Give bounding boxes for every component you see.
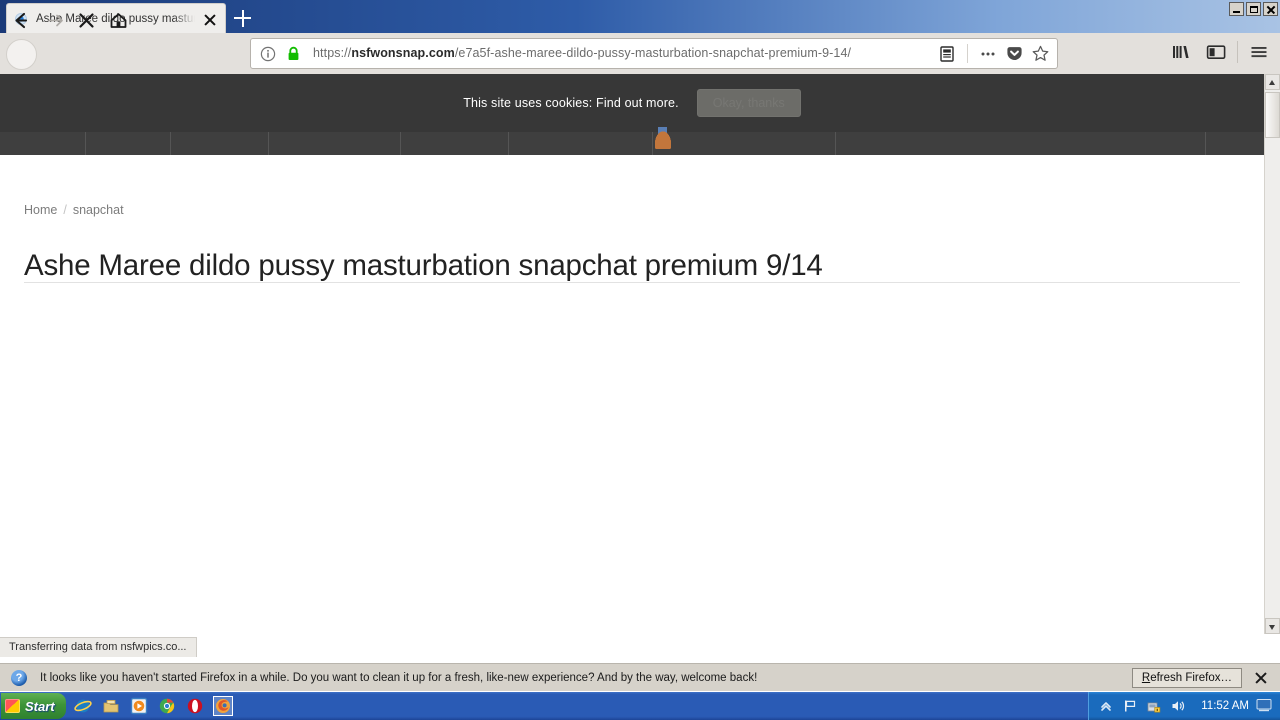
url-host: nsfwonsnap.com xyxy=(351,46,455,60)
cookie-accept-button[interactable]: Okay, thanks xyxy=(696,89,801,117)
close-icon[interactable] xyxy=(199,8,221,30)
forward-button xyxy=(42,7,69,34)
url-scheme: https:// xyxy=(313,46,352,60)
file-explorer-icon[interactable] xyxy=(102,697,120,715)
close-icon[interactable] xyxy=(1250,667,1272,689)
back-button[interactable] xyxy=(7,7,34,34)
breadcrumb-current[interactable]: snapchat xyxy=(73,203,124,217)
scroll-down-icon[interactable] xyxy=(1265,618,1280,634)
refresh-firefox-accesskey: R xyxy=(1141,671,1151,684)
info-icon[interactable] xyxy=(260,46,276,62)
reader-view-icon[interactable] xyxy=(934,41,960,67)
nav-divider xyxy=(268,132,269,155)
question-mark-icon: ? xyxy=(11,669,27,686)
nav-divider xyxy=(400,132,401,155)
back-button-ring xyxy=(6,39,37,70)
quick-launch-bar xyxy=(73,696,233,716)
scroll-up-icon[interactable] xyxy=(1265,74,1280,90)
browser-window: Ashe Maree dildo pussy masturbat xyxy=(0,0,1280,720)
window-controls xyxy=(1229,2,1278,16)
internet-explorer-icon[interactable] xyxy=(73,697,92,715)
status-bar: Transferring data from nsfwpics.co... xyxy=(0,637,197,657)
site-logo-icon xyxy=(652,127,674,149)
maximize-button[interactable] xyxy=(1246,2,1261,16)
star-icon[interactable] xyxy=(1027,41,1053,67)
breadcrumb-home[interactable]: Home xyxy=(24,203,57,217)
nav-divider xyxy=(85,132,86,155)
nav-divider xyxy=(835,132,836,155)
taskbar-clock[interactable]: 11:52 AM xyxy=(1201,700,1249,712)
toolbar-right xyxy=(1168,39,1272,65)
new-tab-button[interactable] xyxy=(228,3,256,33)
sidebar-icon[interactable] xyxy=(1203,39,1229,65)
system-tray: 11:52 AM xyxy=(1088,692,1280,720)
identity-box[interactable] xyxy=(251,46,301,62)
vertical-scrollbar[interactable] xyxy=(1264,74,1280,634)
library-icon[interactable] xyxy=(1168,39,1194,65)
show-hidden-icons-icon[interactable] xyxy=(1098,698,1114,714)
opera-icon[interactable] xyxy=(186,697,204,715)
ellipsis-icon[interactable] xyxy=(975,41,1001,67)
start-button-label: Start xyxy=(25,698,55,714)
cookie-notice-text: This site uses cookies: Find out more. xyxy=(463,96,679,110)
pocket-icon[interactable] xyxy=(1001,41,1027,67)
chrome-icon[interactable] xyxy=(158,697,176,715)
security-shield-icon[interactable] xyxy=(1146,698,1162,714)
site-navigation-bar[interactable] xyxy=(0,127,1264,155)
lock-icon[interactable] xyxy=(286,46,301,62)
firefox-icon[interactable] xyxy=(212,696,233,716)
breadcrumb: Home / snapchat xyxy=(24,203,124,217)
address-bar[interactable]: https://nsfwonsnap.com/e7a5f-ashe-maree-… xyxy=(250,38,1058,69)
nav-divider xyxy=(170,132,171,155)
title-divider xyxy=(24,282,1240,283)
title-bar: Ashe Maree dildo pussy masturbat xyxy=(0,0,1280,34)
nav-divider xyxy=(508,132,509,155)
url-path: /e7a5f-ashe-maree-dildo-pussy-masturbati… xyxy=(454,46,852,60)
url-text: https://nsfwonsnap.com/e7a5f-ashe-maree-… xyxy=(313,39,934,68)
home-button[interactable] xyxy=(105,7,132,34)
close-window-button[interactable] xyxy=(1263,2,1278,16)
refresh-firefox-label: efresh Firefox… xyxy=(1150,671,1232,684)
address-bar-actions xyxy=(934,41,1057,67)
media-player-icon[interactable] xyxy=(130,697,148,715)
page-content xyxy=(0,155,1264,634)
toolbar-divider xyxy=(1237,41,1238,63)
show-desktop-icon[interactable] xyxy=(1256,698,1272,714)
refresh-firefox-button[interactable]: Refresh Firefox… xyxy=(1131,667,1242,688)
scrollbar-thumb[interactable] xyxy=(1265,92,1280,138)
notification-message: It looks like you haven't started Firefo… xyxy=(40,671,758,684)
page-viewport: This site uses cookies: Find out more. O… xyxy=(0,74,1264,634)
windows-flag-icon xyxy=(5,699,20,713)
taskbar: Start 11:52 AM xyxy=(0,692,1280,720)
nav-divider xyxy=(1205,132,1206,155)
notification-bar: ? It looks like you haven't started Fire… xyxy=(0,663,1280,691)
volume-icon[interactable] xyxy=(1170,698,1186,714)
toolbar-divider xyxy=(967,44,968,63)
start-button[interactable]: Start xyxy=(1,693,66,719)
breadcrumb-separator: / xyxy=(63,203,67,217)
menu-icon[interactable] xyxy=(1246,39,1272,65)
cookie-notice: This site uses cookies: Find out more. O… xyxy=(0,74,1264,132)
network-flag-icon[interactable] xyxy=(1122,698,1138,714)
page-title: Ashe Maree dildo pussy masturbation snap… xyxy=(24,248,823,282)
minimize-button[interactable] xyxy=(1229,2,1244,16)
stop-button[interactable] xyxy=(73,7,100,34)
